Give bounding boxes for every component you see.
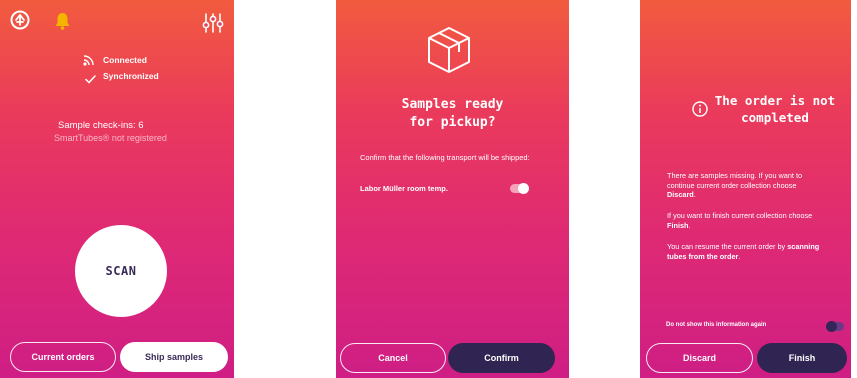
app-logo-icon[interactable]	[10, 10, 30, 30]
p3-text: You can resume the current order by	[667, 242, 788, 251]
p2-text: If you want to finish current collection…	[667, 211, 813, 220]
do-not-show-label: Do not show this information again	[666, 322, 767, 328]
toggle-knob	[518, 183, 529, 194]
p1-text: There are samples missing. If you want t…	[667, 171, 803, 190]
title-line-2: completed	[741, 110, 809, 125]
home-screen: Connected Synchronized Sample check-ins:…	[0, 0, 234, 378]
paragraph-finish: If you want to finish current collection…	[667, 211, 827, 230]
ship-samples-button[interactable]: Ship samples	[120, 342, 228, 372]
current-orders-button[interactable]: Current orders	[10, 342, 116, 372]
p2-bold: Finish	[667, 220, 689, 230]
title-line-1: Samples ready	[401, 97, 504, 112]
paragraph-missing-samples: There are samples missing. If you want t…	[667, 171, 827, 200]
finish-label: Finish	[788, 353, 816, 363]
dialog-title: The order is not completed	[714, 92, 836, 126]
bell-icon[interactable]	[54, 12, 71, 30]
scan-button[interactable]: SCAN	[75, 225, 167, 317]
scan-label: SCAN	[105, 264, 137, 278]
finish-button[interactable]: Finish	[757, 343, 847, 373]
p2-end: .	[688, 220, 691, 230]
discard-label: Discard	[682, 353, 717, 363]
dialog-title: Samples ready for pickup?	[336, 96, 569, 132]
title-line-2: for pickup?	[409, 115, 496, 130]
p1-bold: Discard	[667, 190, 694, 199]
info-icon	[692, 101, 708, 117]
settings-sliders-icon[interactable]	[202, 12, 224, 34]
toggle-knob	[826, 321, 837, 332]
pickup-confirm-screen: Samples ready for pickup? Confirm that t…	[336, 0, 569, 378]
confirm-label: Confirm	[484, 353, 519, 363]
check-icon	[85, 71, 96, 84]
connected-status: Connected	[103, 55, 147, 65]
transport-toggle[interactable]	[510, 183, 529, 194]
smarttubes-status: SmartTubes® not registered	[54, 133, 167, 143]
confirm-button[interactable]: Confirm	[448, 343, 555, 373]
synchronized-status: Synchronized	[103, 71, 159, 81]
paragraph-resume: You can resume the current order by scan…	[667, 242, 827, 261]
do-not-show-toggle[interactable]	[826, 321, 844, 332]
box-icon	[423, 24, 475, 76]
p3-end: .	[738, 251, 741, 261]
cancel-button[interactable]: Cancel	[340, 343, 446, 373]
discard-button[interactable]: Discard	[646, 343, 753, 373]
sample-checkins: Sample check-ins: 6	[58, 120, 144, 131]
cancel-label: Cancel	[378, 353, 408, 363]
order-incomplete-screen: The order is not completed There are sam…	[640, 0, 851, 378]
connection-icon	[83, 53, 96, 66]
title-line-1: The order is not	[714, 93, 836, 108]
ship-samples-label: Ship samples	[144, 352, 204, 362]
current-orders-label: Current orders	[31, 352, 95, 362]
p1-end: .	[693, 190, 696, 199]
transport-label: Labor Müller room temp.	[360, 184, 448, 193]
description-text: Confirm that the following transport wil…	[360, 153, 530, 162]
